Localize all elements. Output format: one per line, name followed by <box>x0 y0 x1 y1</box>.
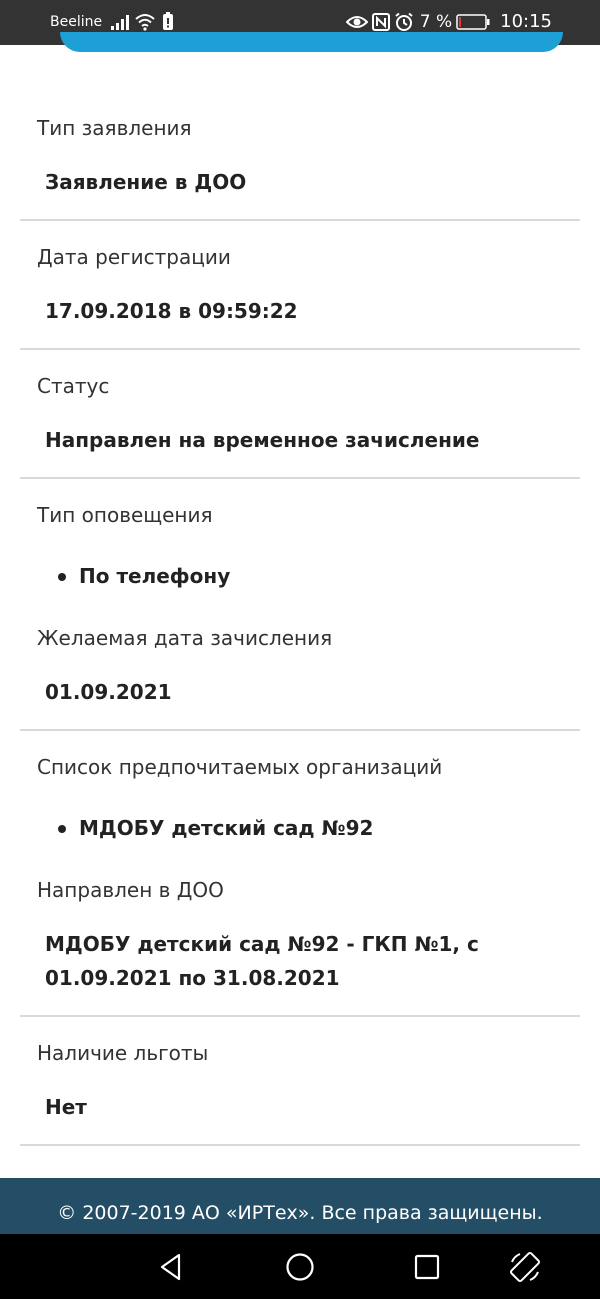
copyright-text: © 2007-2019 АО «ИРТех». Все права защище… <box>57 1202 543 1224</box>
bullet-icon <box>58 573 66 581</box>
recents-icon[interactable] <box>410 1250 444 1284</box>
section-application-type: Тип заявления Заявление в ДОО <box>20 92 580 221</box>
section-desired-date: Желаемая дата зачисления 01.09.2021 <box>20 602 580 731</box>
field-value: Направлен на временное зачисление <box>45 428 480 452</box>
list-item: По телефону <box>58 562 580 590</box>
field-label: Тип заявления <box>37 116 192 140</box>
section-preferred-organizations: Список предпочитаемых организаций МДОБУ … <box>20 731 580 874</box>
list-item-text: МДОБУ детский сад №92 <box>79 816 374 840</box>
sim-icon <box>163 12 173 30</box>
field-label: Список предпочитаемых организаций <box>37 755 443 779</box>
signal-icon <box>111 15 129 30</box>
field-value: 01.09.2021 <box>45 680 172 704</box>
section-registration-date: Дата регистрации 17.09.2018 в 09:59:22 <box>20 221 580 350</box>
footer: © 2007-2019 АО «ИРТех». Все права защище… <box>0 1178 600 1234</box>
field-label: Желаемая дата зачисления <box>37 626 333 650</box>
navigation-bar <box>0 1234 600 1299</box>
section-assigned-doo: Направлен в ДОО МДОБУ детский сад №92 - … <box>20 854 580 1017</box>
field-value: 17.09.2018 в 09:59:22 <box>45 299 298 323</box>
field-label: Статус <box>37 374 110 398</box>
list-item: МДОБУ детский сад №92 <box>58 814 580 842</box>
organizations-list: МДОБУ детский сад №92 <box>20 780 580 854</box>
rotate-icon[interactable] <box>508 1250 542 1284</box>
alarm-icon <box>395 12 413 31</box>
home-icon[interactable] <box>283 1250 317 1284</box>
field-value: МДОБУ детский сад №92 - ГКП №1, с 01.09.… <box>45 932 479 990</box>
field-label: Направлен в ДОО <box>37 878 224 902</box>
status-right-group: 7 % 10:15 <box>345 11 552 32</box>
battery-icon <box>456 13 490 30</box>
bullet-icon <box>58 825 66 833</box>
wifi-icon <box>135 14 155 31</box>
carrier-name: Beeline <box>50 14 103 30</box>
battery-percent: 7 % <box>419 11 453 32</box>
field-value: Нет <box>45 1095 87 1119</box>
section-notification-type: Тип оповещения По телефону <box>20 479 580 622</box>
clock: 10:15 <box>500 11 552 32</box>
field-label: Наличие льготы <box>37 1041 209 1065</box>
section-benefits: Наличие льготы Нет <box>20 1017 580 1146</box>
application-details: Тип заявления Заявление в ДОО Дата регис… <box>20 92 580 1146</box>
field-label: Дата регистрации <box>37 245 231 269</box>
notification-list: По телефону <box>20 528 580 602</box>
nfc-icon <box>371 12 390 31</box>
eye-icon <box>345 15 368 28</box>
field-value: Заявление в ДОО <box>45 170 247 194</box>
list-item-text: По телефону <box>79 564 231 588</box>
section-status: Статус Направлен на временное зачисление <box>20 350 580 479</box>
action-button-edge[interactable] <box>60 32 563 52</box>
back-icon[interactable] <box>155 1250 189 1284</box>
field-label: Тип оповещения <box>37 503 213 527</box>
